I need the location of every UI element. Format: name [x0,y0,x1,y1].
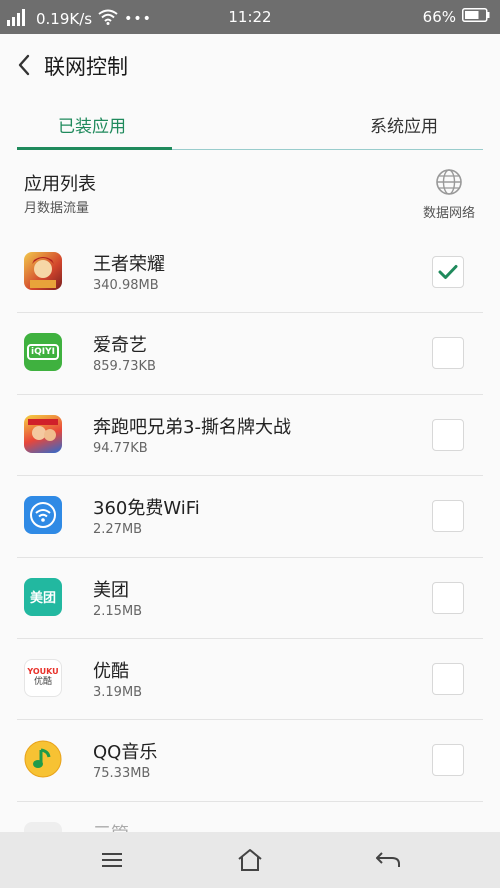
battery-level: 66% [422,8,456,26]
list-item: 360免费WiFi 2.27MB [0,476,500,558]
list-item: 王者荣耀 340.98MB [0,232,500,314]
back-button[interactable] [10,51,38,79]
home-icon [238,849,262,871]
app-data-usage: 94.77KB [93,440,148,456]
app-name: 王者荣耀 [93,254,165,275]
list-item: QQ音乐 75.33MB [0,720,500,802]
app-name: 三管… [93,820,147,832]
data-network-column: 数据网络 [416,168,482,221]
tab-installed-apps[interactable]: 已装应用 [58,112,126,137]
tab-indicator [17,147,172,150]
app-bar: 联网控制 [0,34,500,96]
back-nav-button[interactable] [371,845,405,875]
network-checkbox[interactable] [432,337,464,370]
app-name: 360免费WiFi [93,498,200,520]
meituan-icon: 美团 [24,577,62,616]
app-name: 美团 [93,579,129,601]
list-header: 应用列表 月数据流量 数据网络 [0,152,500,232]
network-checkbox[interactable] [432,581,464,614]
menu-icon [102,853,122,867]
network-checkbox[interactable] [432,256,464,288]
globe-icon [436,169,462,195]
list-item: YOUKU 优酷 优酷 3.19MB [0,639,500,721]
youku-icon: YOUKU 优酷 [24,658,62,697]
app-data-usage: 2.27MB [93,522,143,538]
network-checkbox[interactable] [432,418,464,451]
menu-button[interactable] [95,845,129,875]
list-item: 美团 美团 2.15MB [0,558,500,639]
network-checkbox[interactable] [432,662,464,695]
iqiyi-icon: iQIYI [24,333,62,372]
qq-music-icon [24,740,62,778]
app-name: 优酷 [93,660,129,682]
battery-icon [462,8,490,26]
status-bar: 0.19K/s ••• 11:22 66% [0,0,500,34]
wifi-icon [24,496,62,535]
data-network-label: 数据网络 [422,206,475,221]
network-checkbox[interactable] [432,744,464,777]
app-name: 爱奇艺 [93,335,147,357]
app-name: QQ音乐 [93,742,158,764]
checkmark-icon [438,265,458,279]
tab-system-apps[interactable]: 系统应用 [370,112,438,137]
app-data-usage: 340.98MB [93,278,159,293]
honor-of-kings-icon [24,252,62,290]
app-list: 王者荣耀 340.98MB iQIYI 爱奇艺 859.73KB 奔跑吧兄弟3-… [0,232,500,832]
tab-bar: 已装应用 系统应用 [0,96,500,152]
app-data-usage: 2.15MB [93,603,143,619]
app-data-usage: 859.73KB [93,359,156,375]
running-man-icon [24,414,62,453]
app-icon [24,821,62,832]
navigation-bar [0,832,500,888]
list-subtitle: 月数据流量 [24,201,90,216]
network-checkbox[interactable] [432,500,464,533]
page-title: 联网控制 [44,55,128,79]
list-item: iQIYI 爱奇艺 859.73KB [0,313,500,395]
app-data-usage: 3.19MB [93,684,143,700]
list-item: 三管… [0,802,500,832]
status-right: 66% [423,8,490,26]
return-arrow-icon [376,852,400,867]
list-item: 奔跑吧兄弟3-撕名牌大战 94.77KB [0,395,500,477]
app-name: 奔跑吧兄弟3-撕名牌大战 [93,416,291,438]
list-title: 应用列表 [24,174,96,195]
chevron-left-icon [18,54,30,76]
app-data-usage: 75.33MB [93,766,151,782]
home-button[interactable] [233,845,267,875]
